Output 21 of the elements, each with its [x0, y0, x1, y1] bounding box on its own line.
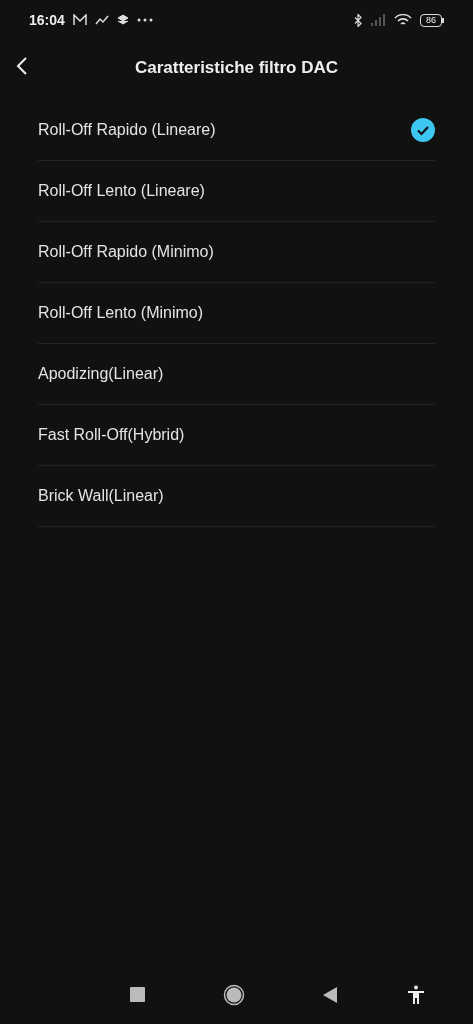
accessibility-icon[interactable] — [407, 985, 425, 1005]
wifi-icon — [394, 13, 412, 27]
filter-option[interactable]: Fast Roll-Off(Hybrid) — [38, 405, 435, 466]
filter-option[interactable]: Brick Wall(Linear) — [38, 466, 435, 527]
filter-option[interactable]: Apodizing(Linear) — [38, 344, 435, 405]
page-title: Caratteristiche filtro DAC — [134, 58, 339, 78]
trend-icon — [94, 15, 109, 25]
status-time: 16:04 — [29, 12, 65, 28]
square-icon[interactable] — [130, 987, 146, 1003]
more-icon — [136, 18, 153, 22]
filter-option[interactable]: Roll-Off Rapido (Lineare) — [38, 100, 435, 161]
filter-option[interactable]: Roll-Off Lento (Lineare) — [38, 161, 435, 222]
signal-icon — [370, 14, 386, 26]
back-triangle-icon[interactable] — [323, 987, 337, 1003]
bluetooth-icon — [354, 13, 362, 27]
mail-icon — [72, 14, 87, 26]
layers-icon — [116, 14, 129, 26]
home-icon[interactable] — [223, 984, 245, 1006]
filter-option[interactable]: Roll-Off Lento (Minimo) — [38, 283, 435, 344]
filter-option[interactable]: Roll-Off Rapido (Minimo) — [38, 222, 435, 283]
battery-icon: 86 — [420, 13, 445, 27]
